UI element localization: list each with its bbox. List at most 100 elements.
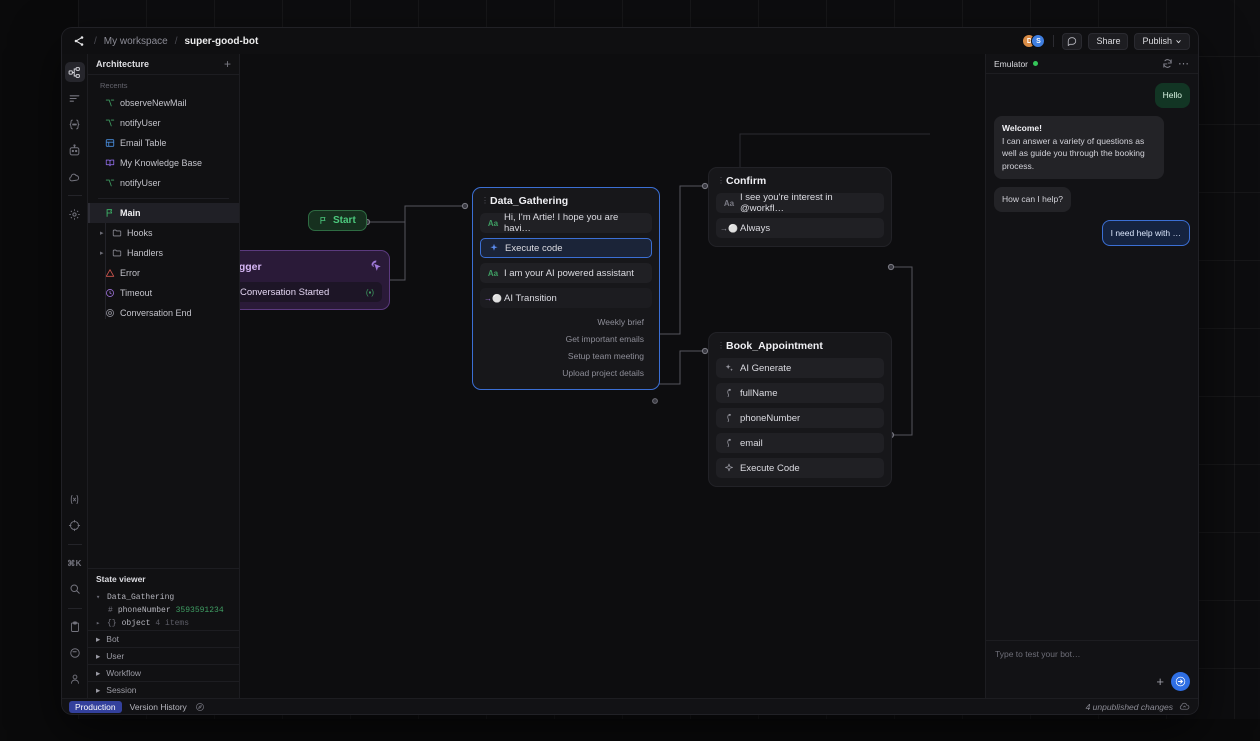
node-item-ai-transition[interactable]: →⚪ AI Transition: [480, 288, 652, 308]
footer-row-workflow[interactable]: ▸ Workflow: [88, 664, 239, 681]
tab-version-history[interactable]: Version History: [130, 702, 187, 712]
chevron-right-icon[interactable]: ▸: [96, 619, 102, 628]
divider: [68, 544, 82, 545]
rail-item-architecture[interactable]: [65, 62, 85, 82]
more-dots-icon[interactable]: ⋯: [1178, 57, 1190, 70]
avatar[interactable]: S: [1031, 34, 1045, 48]
node-item-message[interactable]: Aa I see you're interest in @workfl…: [716, 193, 884, 213]
drag-handle-icon[interactable]: ⋮: [717, 178, 721, 184]
chevron-right-icon[interactable]: ▸: [96, 651, 100, 662]
share-nodes-icon[interactable]: [70, 32, 88, 50]
port-icon[interactable]: (▪): [366, 288, 374, 297]
chevron-right-icon[interactable]: ▸: [100, 249, 106, 257]
chevron-down-icon[interactable]: ▾: [96, 593, 102, 602]
rail-item-bot[interactable]: [65, 140, 85, 160]
cloud-upload-icon[interactable]: [1179, 701, 1190, 712]
transition-arrow-icon: →⚪: [724, 224, 734, 233]
tree-item-hooks[interactable]: ▸ Hooks: [88, 223, 239, 243]
refresh-icon[interactable]: [1162, 58, 1173, 69]
tree-item-error[interactable]: Error: [88, 263, 239, 283]
state-root-label: Data_Gathering: [107, 593, 174, 602]
tree-item-handlers[interactable]: ▸ Handlers: [88, 243, 239, 263]
node-item-label: Hi, I'm Artie! I hope you are havi…: [504, 212, 644, 234]
chat-input[interactable]: Type to test your bot…: [995, 649, 1189, 659]
recent-item-observenewmail[interactable]: observeNewMail: [88, 93, 239, 113]
start-button[interactable]: Start: [308, 210, 367, 231]
transition-row[interactable]: Get important emails: [480, 330, 652, 347]
node-item-email[interactable]: email: [716, 433, 884, 453]
folder-icon: [111, 248, 122, 258]
state-row[interactable]: # phoneNumber 3593591234: [88, 604, 239, 617]
emulator-chat: Hello Welcome! I can answer a variety of…: [986, 74, 1198, 640]
chevron-right-icon[interactable]: ▸: [96, 685, 100, 696]
rail-item-variables[interactable]: [65, 114, 85, 134]
node-book-appointment[interactable]: ⋮ Book_Appointment AI Generate fullName: [708, 332, 892, 487]
footer-row-session[interactable]: ▸ Session: [88, 681, 239, 698]
node-item-execute-code[interactable]: Execute code: [480, 238, 652, 258]
cursor-click-icon[interactable]: [370, 258, 382, 276]
node-confirm[interactable]: ⋮ Confirm Aa I see you're interest in @w…: [708, 167, 892, 247]
recent-item-notifyuser-2[interactable]: notifyUser: [88, 173, 239, 193]
share-button[interactable]: Share: [1088, 33, 1128, 50]
text-aa-icon: Aa: [724, 199, 734, 208]
tree-item-main[interactable]: Main: [88, 203, 239, 223]
breadcrumb-workspace[interactable]: My workspace: [104, 36, 168, 47]
chat-message-title: Welcome!: [1002, 122, 1156, 135]
rail-item-clipboard[interactable]: [65, 617, 85, 637]
send-arrow-icon[interactable]: [1171, 672, 1190, 691]
workflow-green-icon: [104, 98, 115, 108]
drag-handle-icon[interactable]: ⋮: [717, 343, 721, 349]
node-item-ai-generate[interactable]: AI Generate: [716, 358, 884, 378]
publish-button[interactable]: Publish: [1134, 33, 1190, 50]
tree-item-conversation-end[interactable]: Conversation End: [88, 303, 239, 323]
env-tab-production[interactable]: Production: [69, 701, 122, 713]
rail-item-list[interactable]: [65, 88, 85, 108]
plus-icon[interactable]: +: [1156, 675, 1164, 688]
recent-item-label: My Knowledge Base: [120, 158, 202, 168]
comment-icon[interactable]: [1062, 33, 1082, 50]
node-item-always[interactable]: →⚪ Always: [716, 218, 884, 238]
rail-item-account[interactable]: [65, 669, 85, 689]
transition-row[interactable]: Weekly brief: [480, 313, 652, 330]
status-badge: [1033, 61, 1038, 66]
object-braces-icon: {}: [107, 619, 117, 628]
emulator-composer[interactable]: Type to test your bot… +: [986, 640, 1198, 698]
node-item-message[interactable]: Aa Hi, I'm Artie! I hope you are havi…: [480, 213, 652, 233]
recent-item-notifyuser[interactable]: notifyUser: [88, 113, 239, 133]
flow-canvas[interactable]: Start ⋮ Trigger: [240, 54, 985, 698]
rail-item-settings[interactable]: [65, 204, 85, 224]
state-row[interactable]: ▸ {} object 4 items: [88, 617, 239, 630]
drag-handle-icon[interactable]: ⋮: [481, 198, 485, 204]
emulator-header: Emulator ⋯: [986, 54, 1198, 74]
chevron-right-icon[interactable]: ▸: [96, 668, 100, 679]
circle-target-icon: [104, 308, 115, 318]
node-item-message-2[interactable]: Aa I am your AI powered assistant: [480, 263, 652, 283]
chevron-right-icon[interactable]: ▸: [96, 634, 100, 645]
recent-item-knowledge-base[interactable]: My Knowledge Base: [88, 153, 239, 173]
trigger-node[interactable]: ⋮ Trigger Conversation Started (: [240, 250, 390, 310]
rail-item-variable-x[interactable]: [65, 489, 85, 509]
footer-row-bot[interactable]: ▸ Bot: [88, 630, 239, 647]
node-item-execute-code[interactable]: Execute Code: [716, 458, 884, 478]
rail-item-integrations[interactable]: [65, 166, 85, 186]
rail-item-command-k[interactable]: ⌘K: [65, 553, 85, 573]
rail-item-target[interactable]: [65, 515, 85, 535]
state-root-row[interactable]: ▾ Data_Gathering: [88, 591, 239, 604]
trigger-item-conversation-started[interactable]: Conversation Started (▪): [240, 282, 382, 302]
chevron-right-icon[interactable]: ▸: [100, 229, 106, 237]
tree-item-timeout[interactable]: Timeout: [88, 283, 239, 303]
transition-row[interactable]: Upload project details: [480, 364, 652, 381]
recent-item-email-table[interactable]: Email Table: [88, 133, 239, 153]
node-item-fullname[interactable]: fullName: [716, 383, 884, 403]
footer-row-user[interactable]: ▸ User: [88, 647, 239, 664]
rail-item-search[interactable]: [65, 579, 85, 599]
compass-icon[interactable]: [195, 702, 205, 712]
node-header: ⋮ Confirm: [716, 175, 884, 187]
rail-item-history[interactable]: [65, 643, 85, 663]
node-data-gathering[interactable]: ⋮ Data_Gathering Aa Hi, I'm Artie! I hop…: [472, 187, 660, 390]
text-aa-icon: Aa: [488, 219, 498, 228]
breadcrumb-current-bot[interactable]: super-good-bot: [184, 36, 258, 47]
plus-icon[interactable]: +: [224, 58, 231, 70]
node-item-phonenumber[interactable]: phoneNumber: [716, 408, 884, 428]
transition-row[interactable]: Setup team meeting: [480, 347, 652, 364]
